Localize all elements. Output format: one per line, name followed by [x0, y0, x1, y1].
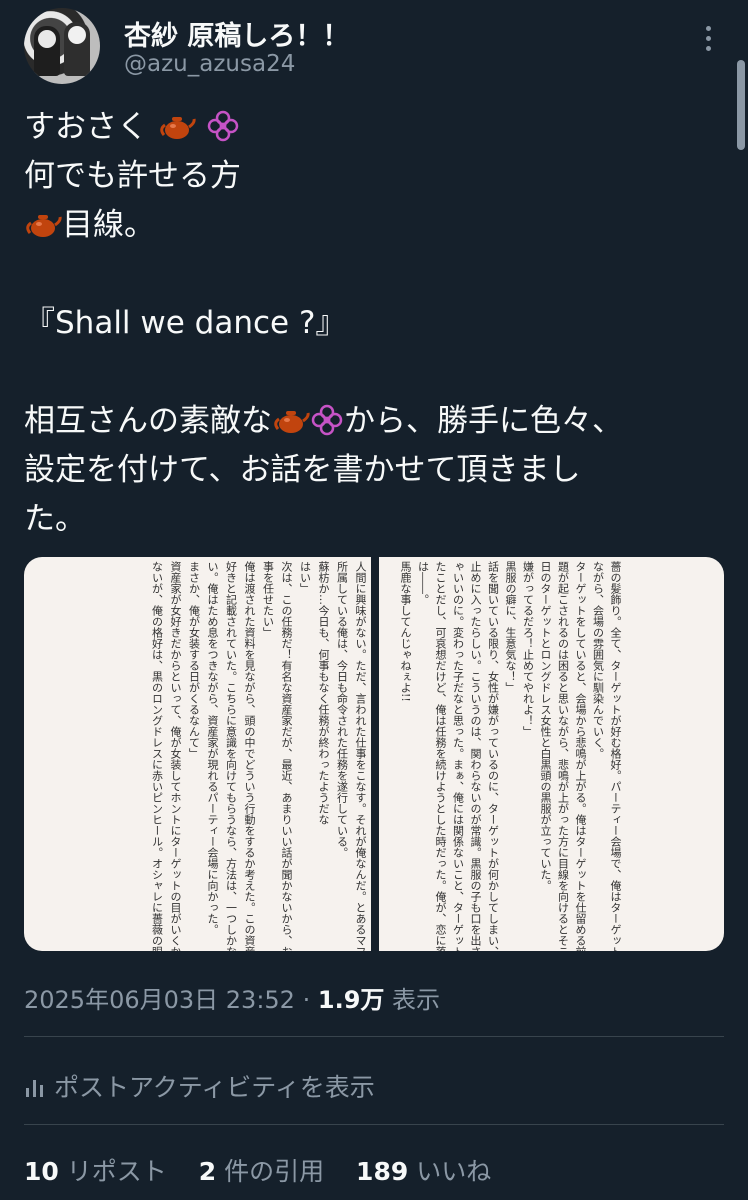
tweet-line-4: 『Shall we dance ?』	[24, 305, 347, 341]
manuscript-column: 黒服の癖に、生意気な！」	[504, 561, 517, 693]
tweet-line-5-text-b: から、勝手に色々、	[344, 403, 623, 439]
divider	[24, 1036, 724, 1037]
quotes-stat[interactable]: 2 件の引用	[199, 1157, 332, 1186]
manuscript-column: ながら、会場の雰囲気に馴染んでいく。	[591, 561, 605, 759]
more-options-icon[interactable]	[700, 26, 716, 54]
post-activity-label: ポストアクティビティを表示	[54, 1073, 375, 1102]
scrollbar-thumb[interactable]	[737, 60, 745, 150]
avatar-face-2	[68, 26, 86, 44]
likes-stat[interactable]: 189 いいね	[356, 1157, 491, 1186]
tweet-line-5-text-a: 相互さんの素敵な	[24, 403, 272, 439]
manuscript-column: 馬鹿な事してんじゃねぇよ!!	[399, 561, 412, 702]
manuscript-column: 事を任せたい」	[261, 561, 275, 638]
tweet-timestamp: 2025年06月03日 23:52 · 1.9万 表示	[24, 980, 440, 1015]
tweet-line-3: 目線。	[24, 201, 724, 250]
tweet-text: すおさく 何でも許せる方 目線。 『Shall we dance ?』 相互さん…	[24, 103, 724, 544]
engagement-stats: 10 リポスト 2 件の引用 189 いいね	[24, 1152, 515, 1188]
manuscript-column: ゃいいのに。変わった子だなと思った。まぁ、俺には関係ないこと、ターゲットも見つ	[451, 561, 465, 951]
teapot-icon	[158, 111, 196, 141]
manuscript-column: 所属している俺は、今日も命令された任務を遂行している。	[335, 561, 349, 858]
reposts-stat[interactable]: 10 リポスト	[24, 1157, 175, 1186]
tweet-line-3-text: 目線。	[62, 207, 155, 243]
manuscript-column: 人間に興味がない。ただ、言われた仕事をこなす。それが俺なんだ。とあるマフィア	[354, 561, 367, 951]
manuscript-column: 薔の髪飾り。全て、ターゲットが好む格好。パーティー会場で、俺はターゲットを探	[609, 561, 622, 951]
reposts-count: 10	[24, 1157, 59, 1186]
manuscript-column: 次は、この任務だ！有名な資産家だが、最近、あまりいい話が聞かないから、お前に	[280, 561, 293, 951]
divider	[24, 1124, 724, 1125]
manuscript-column: 話を聞いている限り、女性が嫌がっているのに、ターゲットが何かしてしまい、黒服	[486, 561, 500, 951]
tweet-line-6: 設定を付けて、お話を書かせて頂きまし	[24, 452, 581, 488]
manuscript-column: は――。	[416, 561, 430, 605]
manuscript-column: まさか、俺が女装する日がくるなんて」	[187, 561, 201, 759]
manuscript-column: 俺は渡された資料を見ながら、頭の中でどういう行動をするか考えた。この資産家は、	[243, 561, 256, 951]
manuscript-column: ないが、俺の格好は、黒のロングドレスに赤いピンヒール。オシャレに薔薇の眼帯と	[150, 561, 164, 951]
meta-separator: ·	[302, 986, 311, 1014]
author-display-name[interactable]: 杏紗 原稿しろ！！	[124, 14, 349, 53]
tweet-detail-page: 杏紗 原稿しろ！！ @azu_azusa24 すおさく 何でも許せる方 目線。 …	[0, 0, 748, 1200]
manuscript-column: 嫌がってるだろ！止めてやれよ！」	[521, 561, 535, 737]
manuscript-column: たことだし、可哀想だけど、俺は任務を続けようとした時だった。俺が、恋に落ちた	[434, 561, 447, 951]
tweet-line-7: た。	[24, 501, 86, 537]
views-label: 表示	[392, 986, 441, 1014]
author-handle[interactable]: @azu_azusa24	[124, 51, 295, 77]
avatar-face-1	[38, 30, 56, 48]
media-image-right[interactable]: 薔の髪飾り。全て、ターゲットが好む格好。パーティー会場で、俺はターゲットを探 なが…	[379, 557, 724, 951]
manuscript-column: い。俺はため息をつきながら、資産家が現れるパーティー会場に向かった。	[206, 561, 219, 935]
manuscript-column: 好きと記載されていた。こちらに意識を向けてもらうなら、方法は、一つしかないと	[224, 561, 238, 951]
tweet-line-2: 何でも許せる方	[24, 158, 241, 194]
manuscript-column: 資産家が女好きだからといって、俺が女装してホントにターゲットの目がいくか分か	[169, 561, 182, 951]
quotes-label: 件の引用	[224, 1157, 325, 1186]
likes-count: 189	[356, 1157, 409, 1186]
reposts-label: リポスト	[66, 1157, 167, 1186]
quotes-count: 2	[198, 1157, 217, 1186]
flower-icon	[206, 109, 240, 143]
manuscript-column: 蘇枋か…今日も、何事もなく任務が終わったようだな	[317, 561, 330, 825]
media-gallery[interactable]: 人間に興味がない。ただ、言われた仕事をこなす。それが俺なんだ。とあるマフィア 所属…	[24, 557, 724, 951]
views-count: 1.9万	[317, 986, 385, 1014]
flower-icon	[310, 403, 344, 437]
avatar[interactable]	[24, 8, 100, 84]
tweet-line-5: 相互さんの素敵な から、勝手に色々、	[24, 397, 724, 446]
manuscript-column: 止めに入ったらしい。こういうのは、関わらないのが常識。黒服の子も口を出さな	[469, 561, 482, 951]
teapot-icon	[24, 209, 62, 239]
tweet-line-1-text: すおさく	[24, 109, 148, 145]
manuscript-column: 題が起こされるのは困ると思いながら、悲鳴が上がった方に目線を向けるとそこには、	[556, 561, 570, 951]
analytics-bar-icon	[24, 1075, 46, 1097]
manuscript-column: 日のターゲットとロングドレス女性と白黒頭の黒服が立っていた。	[539, 561, 552, 891]
likes-label: いいね	[416, 1157, 492, 1186]
media-image-left[interactable]: 人間に興味がない。ただ、言われた仕事をこなす。それが俺なんだ。とあるマフィア 所属…	[24, 557, 371, 951]
manuscript-column: ターゲットをしていると、会場から悲鳴が上がる。俺はターゲットを仕留める前に	[574, 561, 587, 951]
manuscript-column: はい」	[298, 561, 312, 594]
timestamp-text[interactable]: 2025年06月03日 23:52	[24, 986, 295, 1014]
teapot-icon	[272, 405, 310, 435]
post-activity-link[interactable]: ポストアクティビティを表示	[24, 1068, 375, 1102]
tweet-line-1: すおさく	[24, 103, 724, 152]
